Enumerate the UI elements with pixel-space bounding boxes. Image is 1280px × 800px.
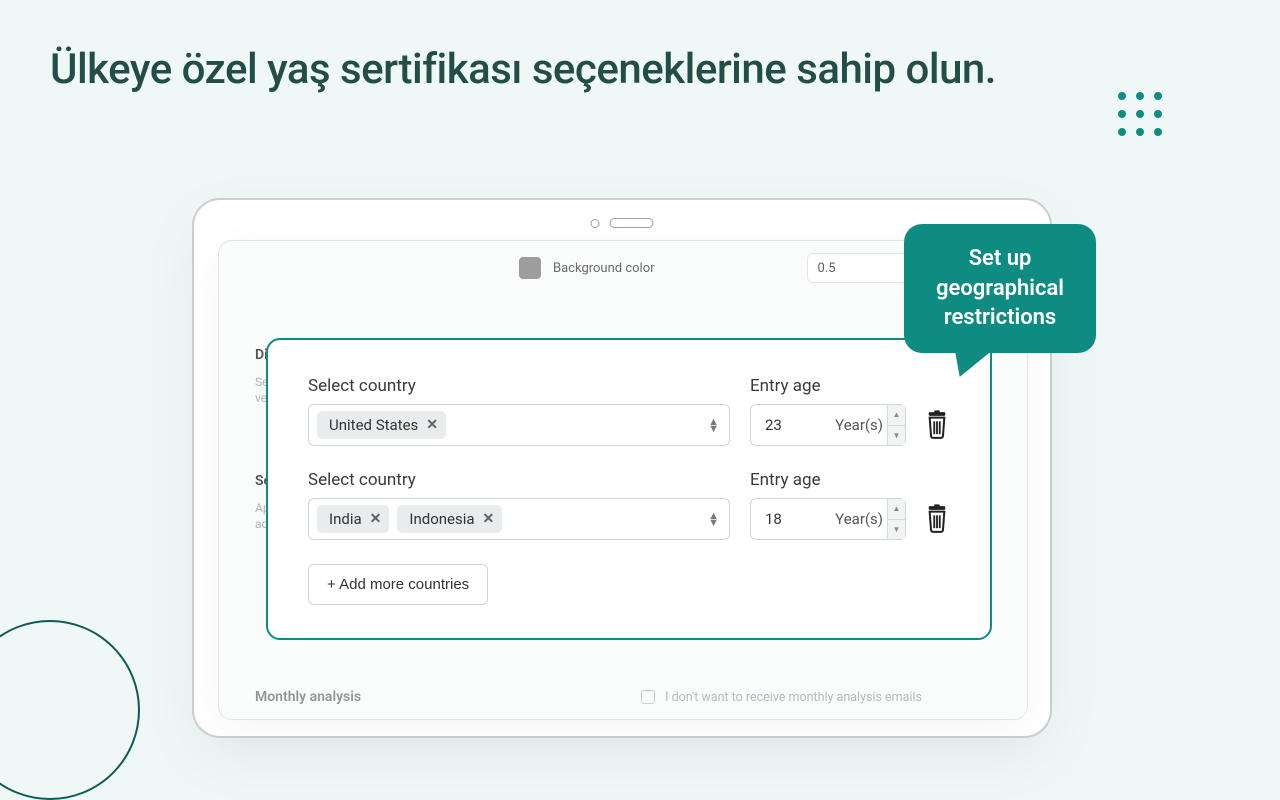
checkbox-icon xyxy=(641,690,655,704)
chevron-down-icon[interactable]: ▼ xyxy=(888,520,905,540)
add-more-countries-button[interactable]: + Add more countries xyxy=(308,564,488,605)
select-country-label: Select country xyxy=(308,470,730,490)
close-icon[interactable]: ✕ xyxy=(370,511,382,527)
country-select[interactable]: United States ✕ ▲▼ xyxy=(308,404,730,446)
monthly-analysis-checkbox[interactable]: I don't want to receive monthly analysis… xyxy=(641,690,922,705)
monthly-analysis-row: Monthly analysis I don't want to receive… xyxy=(255,689,995,705)
delete-row-button[interactable] xyxy=(926,504,948,534)
chevron-up-icon[interactable]: ▲ xyxy=(888,499,905,520)
close-icon[interactable]: ✕ xyxy=(426,417,438,433)
page-headline: Ülkeye özel yaş sertifikası seçeneklerin… xyxy=(50,45,996,94)
entry-age-label: Entry age xyxy=(750,376,906,396)
age-value: 18 xyxy=(765,510,782,528)
geo-restrictions-modal: Select country United States ✕ ▲▼ Entry … xyxy=(266,338,992,640)
chevron-down-icon[interactable]: ▼ xyxy=(888,426,905,446)
chip-label: India xyxy=(329,510,362,528)
decorative-dots xyxy=(1118,92,1162,136)
country-chip: United States ✕ xyxy=(317,411,446,439)
entry-age-input[interactable]: 23 Year(s) ▲ ▼ xyxy=(750,404,906,446)
number-stepper[interactable]: ▲ ▼ xyxy=(887,405,905,445)
entry-age-input[interactable]: 18 Year(s) ▲ ▼ xyxy=(750,498,906,540)
tooltip-bubble: Set up geographical restrictions xyxy=(904,224,1096,353)
monthly-checkbox-label: I don't want to receive monthly analysis… xyxy=(665,690,922,705)
trash-icon xyxy=(926,410,948,440)
chevron-sort-icon: ▲▼ xyxy=(708,512,719,526)
country-chip: Indonesia ✕ xyxy=(397,505,502,533)
number-stepper[interactable]: ▲ ▼ xyxy=(887,499,905,539)
age-unit: Year(s) xyxy=(835,416,883,434)
age-unit: Year(s) xyxy=(835,510,883,528)
select-country-label: Select country xyxy=(308,376,730,396)
delete-row-button[interactable] xyxy=(926,410,948,440)
country-chip: India ✕ xyxy=(317,505,389,533)
color-swatch[interactable] xyxy=(519,257,541,279)
country-row: Select country India ✕ Indonesia ✕ ▲▼ En… xyxy=(308,470,950,540)
close-icon[interactable]: ✕ xyxy=(483,511,495,527)
trash-icon xyxy=(926,504,948,534)
background-color-label: Background color xyxy=(553,261,655,276)
country-select[interactable]: India ✕ Indonesia ✕ ▲▼ xyxy=(308,498,730,540)
age-value: 23 xyxy=(765,416,782,434)
background-opacity-value: 0.5 xyxy=(818,261,836,276)
chip-label: United States xyxy=(329,416,418,434)
decorative-arc-bottom xyxy=(0,620,140,800)
chevron-up-icon[interactable]: ▲ xyxy=(888,405,905,426)
chevron-sort-icon: ▲▼ xyxy=(708,418,719,432)
chip-label: Indonesia xyxy=(409,510,474,528)
entry-age-label: Entry age xyxy=(750,470,906,490)
country-row: Select country United States ✕ ▲▼ Entry … xyxy=(308,376,950,446)
monthly-analysis-label: Monthly analysis xyxy=(255,689,361,705)
device-notch xyxy=(591,218,654,228)
